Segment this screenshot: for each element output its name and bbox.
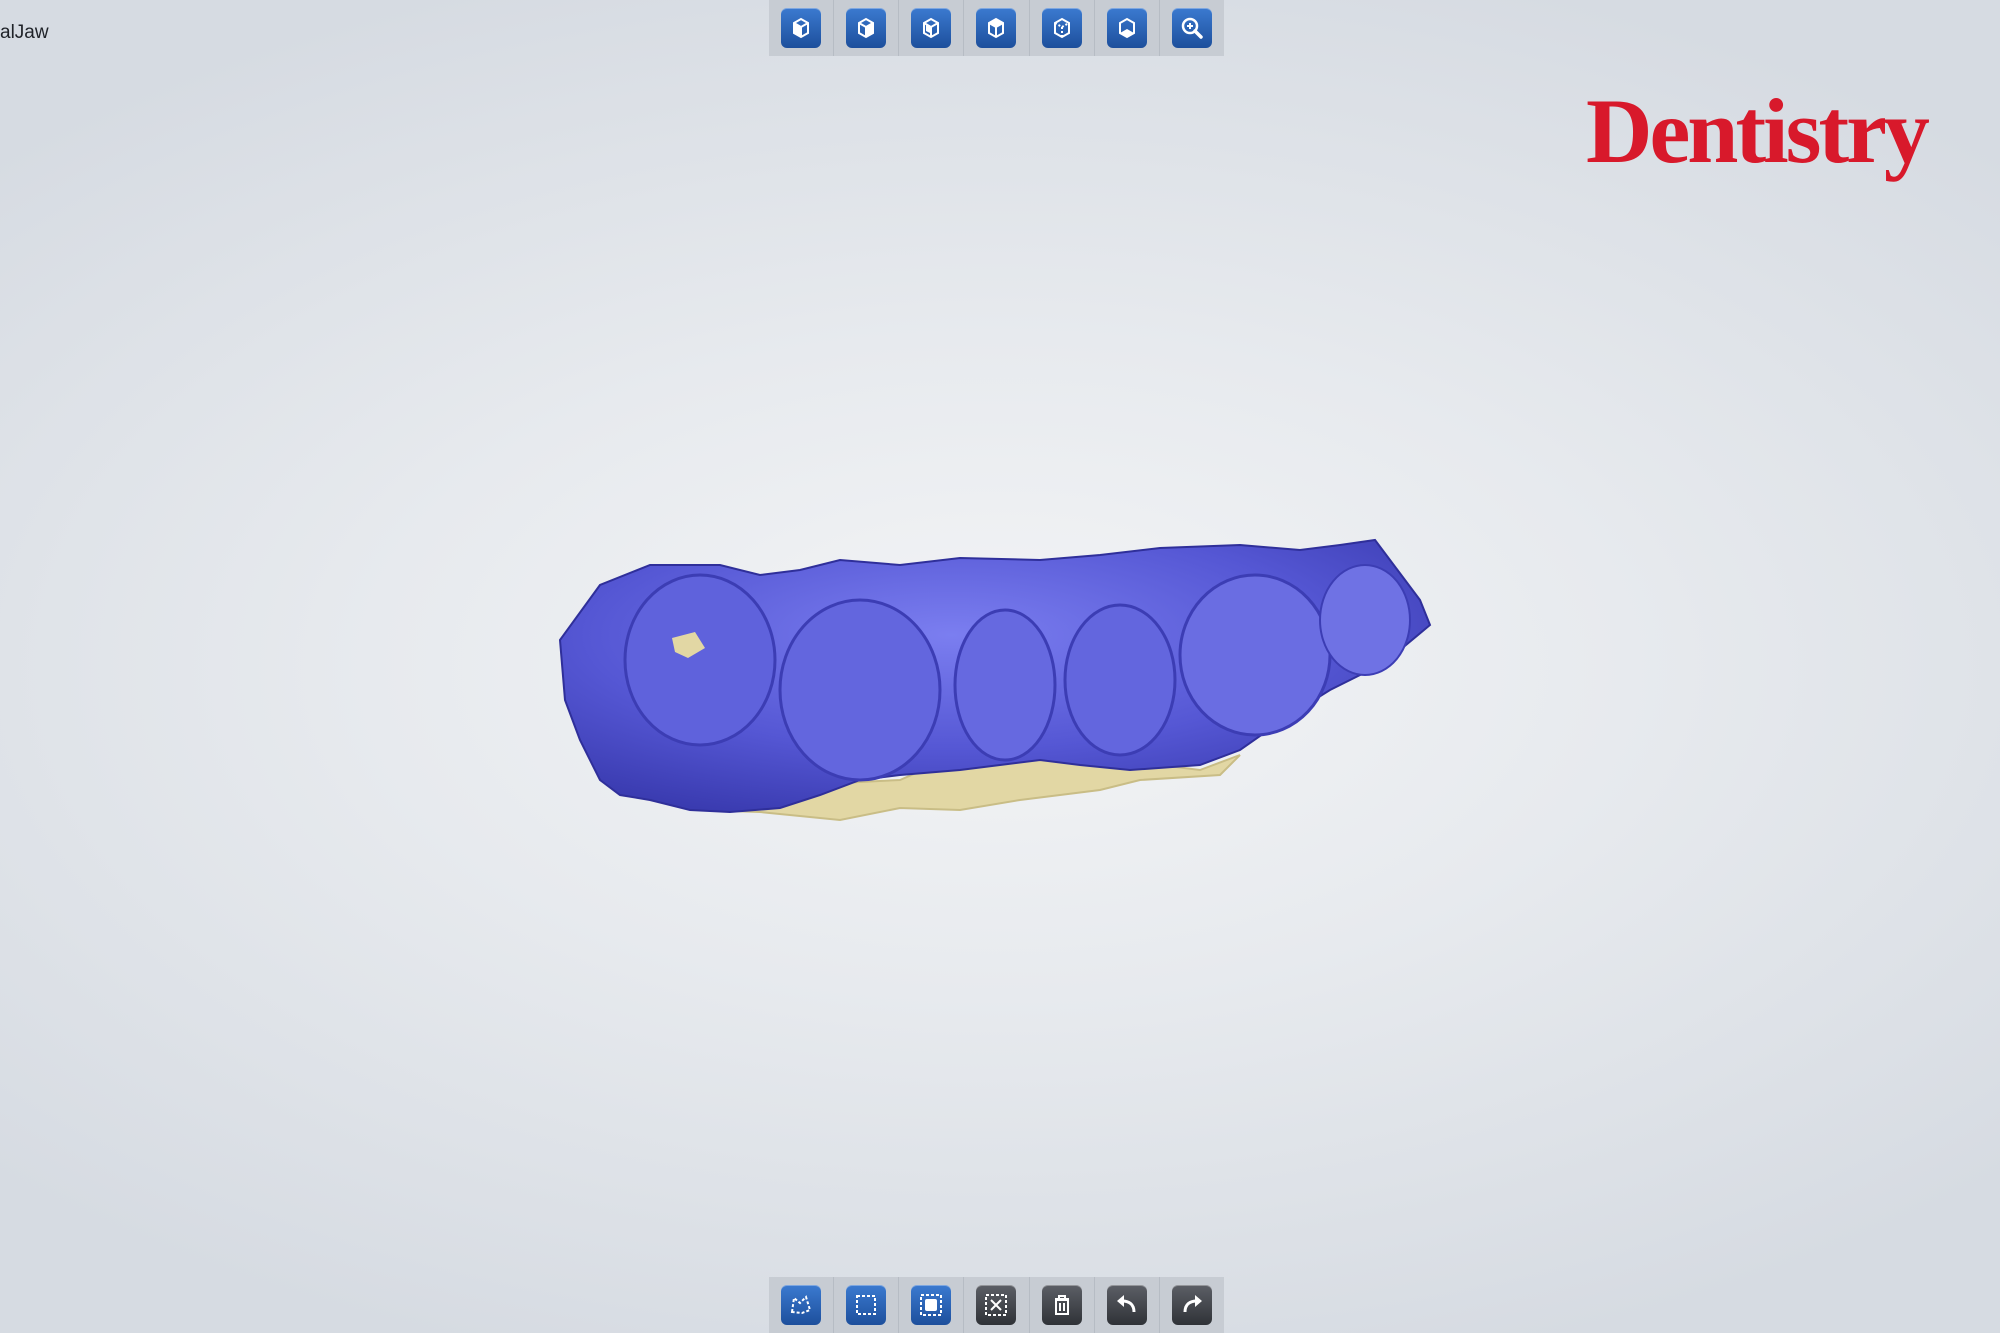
select-all-icon (911, 1285, 952, 1325)
lasso-select-icon (781, 1285, 822, 1325)
jaw-scan-model[interactable] (0, 0, 2000, 1333)
delete-button[interactable] (1030, 1277, 1095, 1333)
tooth-premolar-2 (1063, 603, 1177, 757)
tooth-incisor (1319, 564, 1411, 676)
tooth-premolar-1 (953, 608, 1057, 762)
select-all-button[interactable] (899, 1277, 965, 1333)
redo-icon (1171, 1285, 1212, 1325)
redo-button[interactable] (1160, 1277, 1224, 1333)
rect-select-icon (846, 1285, 887, 1325)
trash-icon (1041, 1285, 1082, 1325)
undo-icon (1106, 1285, 1147, 1325)
rect-select-button[interactable] (834, 1277, 900, 1333)
tooth-molar-1 (623, 573, 777, 747)
tooth-canine (1178, 573, 1332, 737)
tooth-molar-2 (778, 598, 942, 782)
lasso-select-button[interactable] (769, 1277, 835, 1333)
deselect-button[interactable] (964, 1277, 1030, 1333)
deselect-icon (976, 1285, 1017, 1325)
undo-button[interactable] (1095, 1277, 1160, 1333)
edit-toolbar (769, 1277, 1224, 1333)
